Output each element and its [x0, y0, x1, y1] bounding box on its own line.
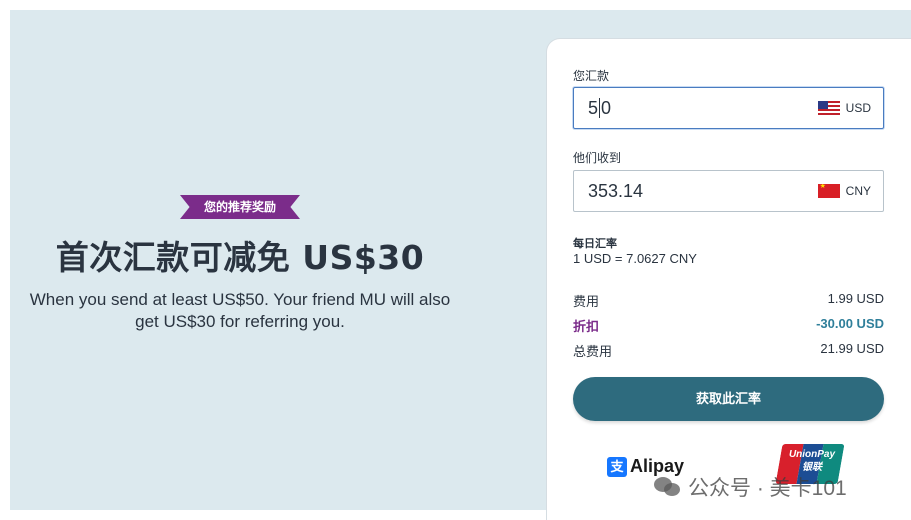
wechat-icon — [654, 475, 682, 499]
wechat-watermark: 公众号 · 美卡101 — [654, 472, 847, 502]
discount-label: 折扣 — [573, 319, 600, 334]
daily-rate-value: 1 USD = 7.0627 CNY — [573, 251, 697, 266]
send-amount-label: 您汇款 — [573, 69, 610, 83]
promo-description: When you send at least US$50. Your frien… — [29, 290, 451, 331]
daily-rate-title: 每日汇率 — [573, 238, 617, 250]
send-amount-value[interactable]: 50 — [588, 88, 611, 128]
us-flag-icon — [817, 101, 840, 115]
fee-label: 费用 — [573, 294, 600, 309]
discount-amount: -30.00 USD — [816, 316, 884, 331]
transfer-card: 您汇款 50 USD 他们收到 353.14 CNY 每日汇率 1 USD = … — [546, 38, 911, 520]
send-currency-selector[interactable]: USD — [817, 88, 871, 128]
receive-amount-label: 他们收到 — [573, 151, 622, 165]
text-caret — [599, 98, 601, 118]
unionpay-label: UnionPay 银联 — [788, 449, 836, 473]
promo-title: 首次汇款可减免 US$30 — [55, 238, 425, 277]
alipay-icon: 支 — [607, 456, 627, 477]
get-rate-button[interactable]: 获取此汇率 — [573, 377, 884, 421]
receive-amount-value[interactable]: 353.14 — [588, 171, 643, 211]
receive-amount-input[interactable]: 353.14 CNY — [573, 170, 884, 212]
discount-row: 折扣 -30.00 USD — [573, 316, 884, 335]
total-fee-amount: 21.99 USD — [820, 341, 884, 356]
referral-badge: 您的推荐奖励 — [179, 195, 300, 219]
send-currency-code: USD — [845, 101, 871, 115]
send-amount-input[interactable]: 50 USD — [573, 87, 884, 129]
receive-currency-selector[interactable]: CNY — [817, 171, 871, 211]
fee-row: 费用 1.99 USD — [573, 291, 884, 310]
total-fee-row: 总费用 21.99 USD — [573, 341, 884, 360]
receive-currency-code: CNY — [845, 184, 871, 198]
total-fee-label: 总费用 — [573, 344, 613, 359]
watermark-text: 公众号 · 美卡101 — [688, 477, 847, 500]
china-flag-icon — [817, 184, 840, 198]
fee-amount: 1.99 USD — [827, 291, 884, 306]
referral-promo: 您的推荐奖励 首次汇款可减免 US$30 When you send at le… — [10, 195, 470, 333]
